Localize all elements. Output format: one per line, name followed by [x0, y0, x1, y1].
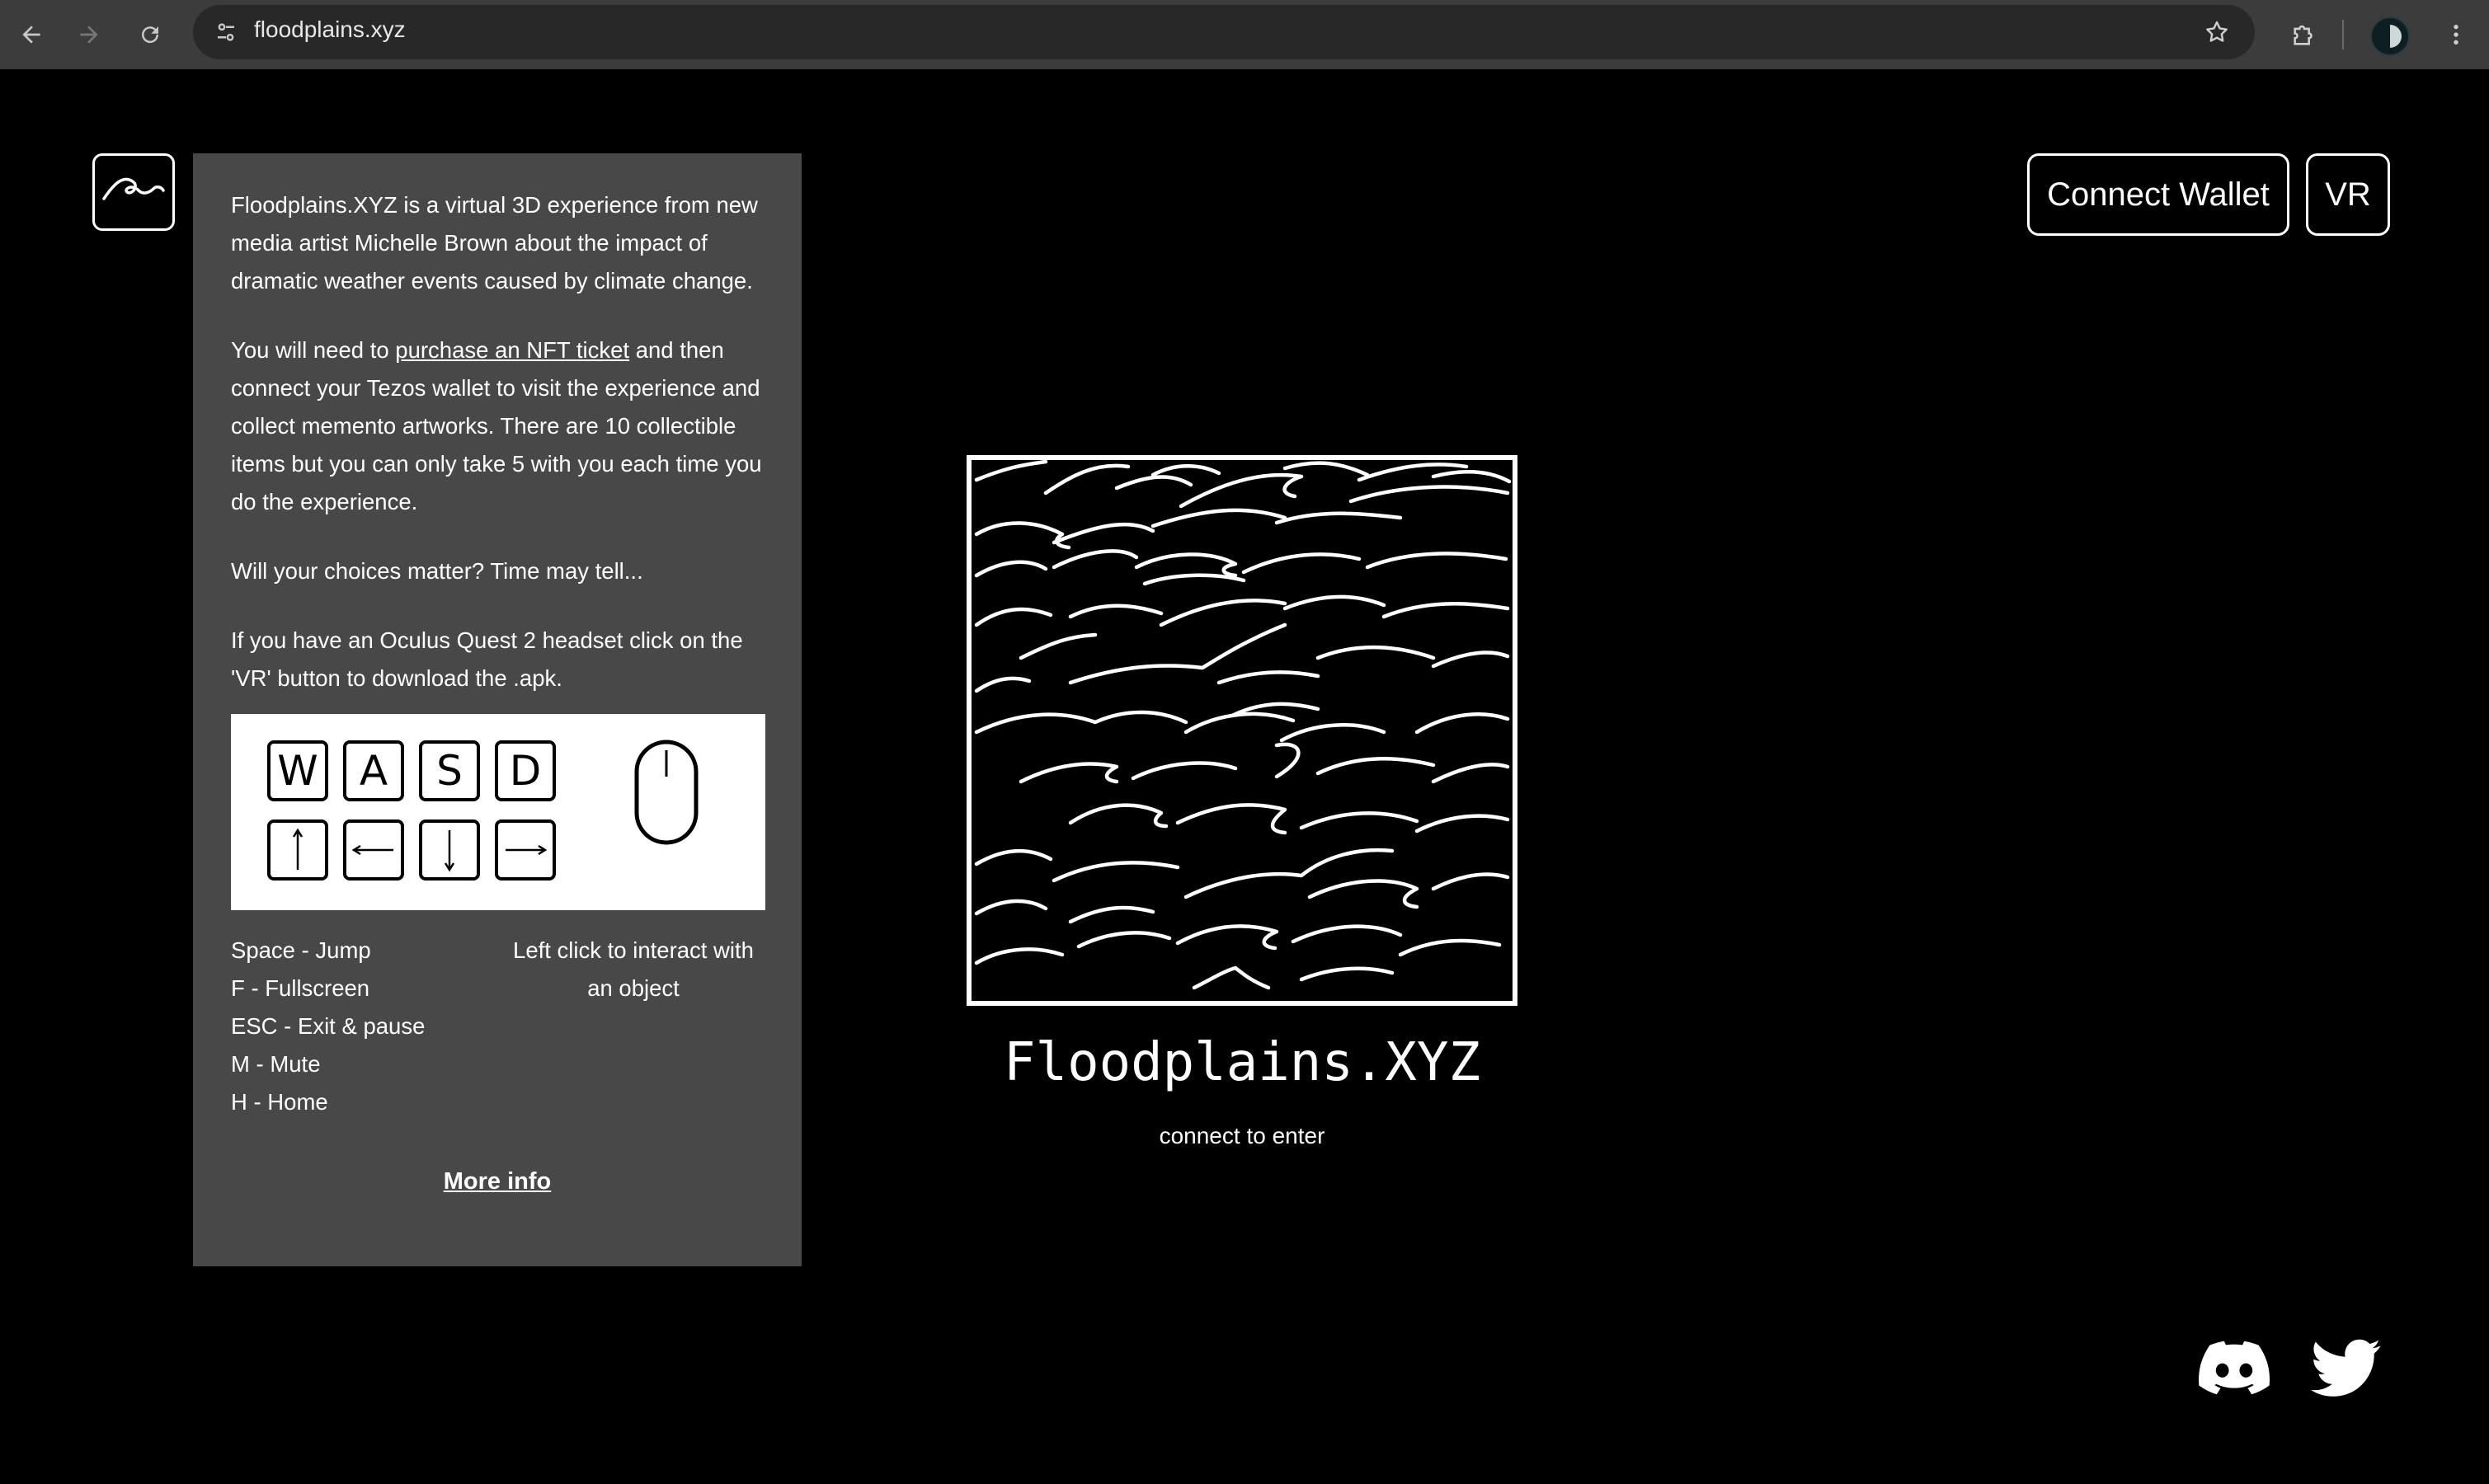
keyboard-controls: Space - Jump F - Fullscreen ESC - Exit &… [231, 932, 503, 1121]
key-arrow-right [495, 819, 556, 881]
more-info-link[interactable]: More info [231, 1162, 764, 1200]
url-text[interactable]: floodplains.xyz [254, 16, 406, 43]
key-arrow-down [419, 819, 480, 881]
key-w: W [267, 740, 328, 801]
wave-logo-icon [102, 177, 165, 200]
browser-menu-button[interactable] [2436, 15, 2476, 54]
arrow-right-icon [506, 844, 548, 856]
back-button[interactable] [12, 15, 51, 54]
reload-button[interactable] [130, 15, 170, 54]
arrow-left-icon [351, 844, 393, 856]
key-a: A [343, 740, 404, 801]
control-fullscreen: F - Fullscreen [231, 975, 370, 1001]
arrow-down-icon [444, 830, 455, 872]
info-panel: Floodplains.XYZ is a virtual 3D experien… [193, 153, 802, 1266]
vr-paragraph: If you have an Oculus Quest 2 headset cl… [231, 627, 743, 691]
reload-icon [142, 26, 159, 44]
avatar[interactable] [2370, 16, 2410, 56]
forward-button[interactable] [69, 15, 109, 54]
mouse-icon [634, 740, 699, 845]
vr-button[interactable]: VR [2306, 153, 2390, 236]
arrow-up-icon [292, 828, 303, 870]
discord-icon [2199, 1341, 2270, 1395]
controls-diagram: W A S D [231, 714, 765, 910]
control-jump: Space - Jump [231, 937, 371, 963]
site-info-button[interactable] [206, 12, 246, 52]
address-bar[interactable]: floodplains.xyz [193, 5, 2255, 59]
tune-icon [218, 23, 234, 41]
puzzle-icon [2294, 25, 2313, 45]
logo-button[interactable] [92, 153, 175, 231]
extensions-button[interactable] [2281, 12, 2327, 58]
arrow-left-icon [22, 26, 40, 44]
site-subtitle: connect to enter [1159, 1123, 1325, 1148]
discord-button[interactable] [2199, 1332, 2270, 1407]
control-mute: M - Mute [231, 1051, 321, 1077]
choices-paragraph: Will your choices matter? Time may tell.… [231, 558, 643, 584]
purchase-ticket-link[interactable]: purchase an NFT ticket [395, 337, 629, 363]
twitter-button[interactable] [2311, 1332, 2382, 1407]
key-arrow-left [343, 819, 404, 881]
waves-artwork [967, 455, 1517, 1006]
site-title: Floodplains.XYZ [1004, 1032, 1480, 1093]
control-home: H - Home [231, 1089, 328, 1115]
key-arrow-up [267, 819, 328, 881]
mouse-control: Left click to interact with an object [513, 937, 754, 1001]
intro-paragraph: Floodplains.XYZ is a virtual 3D experien… [231, 192, 758, 294]
key-s: S [419, 740, 480, 801]
ticket-paragraph: You will need to purchase an NFT ticket … [231, 337, 762, 514]
bookmark-button[interactable] [2197, 12, 2237, 52]
star-icon [2206, 21, 2228, 42]
browser-toolbar: floodplains.xyz [0, 0, 2489, 69]
toolbar-divider [2342, 20, 2344, 49]
control-exit: ESC - Exit & pause [231, 1013, 426, 1039]
kebab-menu-icon [2454, 25, 2458, 45]
arrow-right-icon [80, 26, 98, 44]
controls-legend: Space - Jump F - Fullscreen ESC - Exit &… [231, 932, 764, 1121]
twitter-icon [2311, 1339, 2381, 1397]
key-d: D [495, 740, 556, 801]
connect-wallet-button[interactable]: Connect Wallet [2027, 153, 2289, 236]
